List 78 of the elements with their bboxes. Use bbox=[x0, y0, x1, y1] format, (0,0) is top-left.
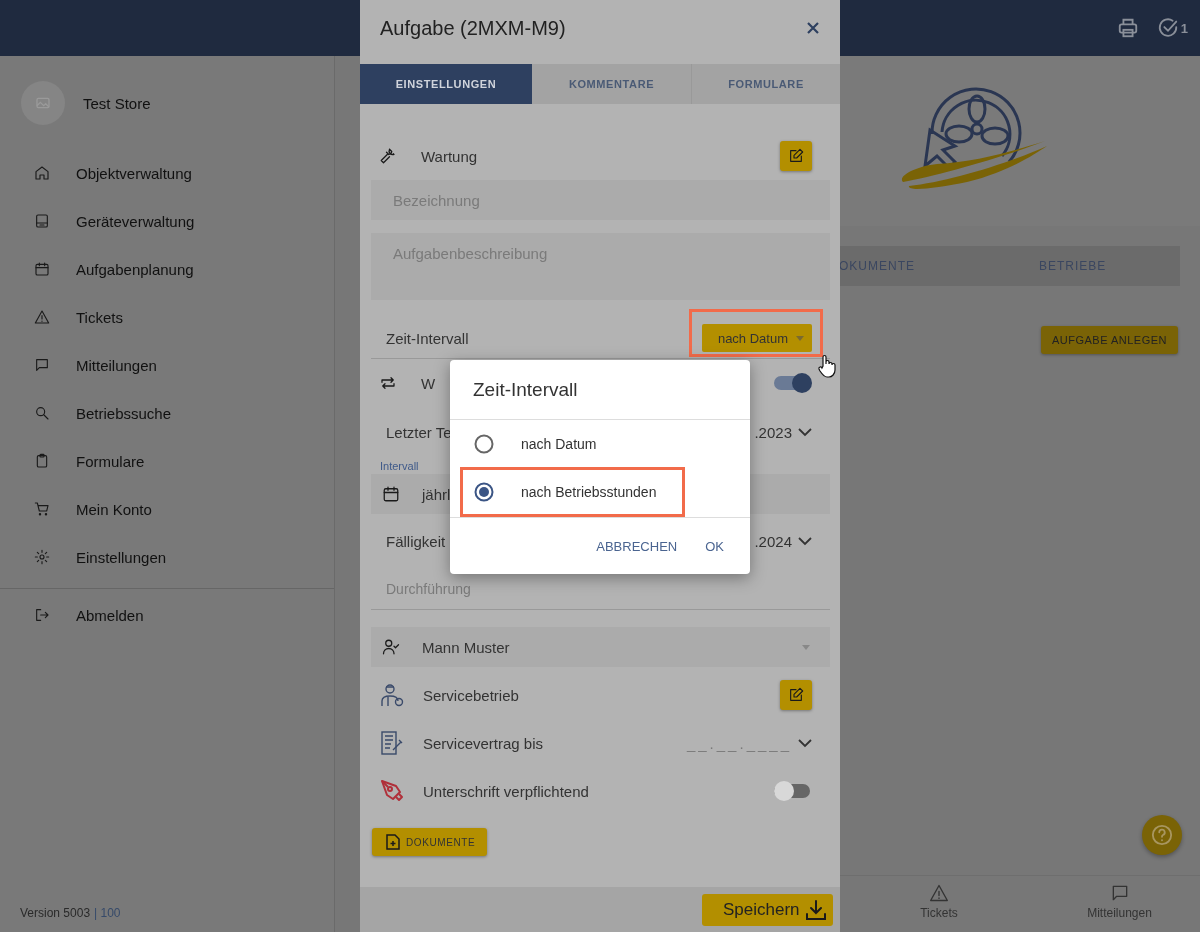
home-icon bbox=[34, 165, 50, 181]
option-label[interactable]: nach Betriebsstunden bbox=[521, 484, 657, 500]
chevron-down-icon[interactable] bbox=[798, 427, 812, 437]
build-number: | 100 bbox=[94, 906, 121, 920]
help-icon bbox=[1151, 824, 1173, 846]
dialog-title: Zeit-Intervall bbox=[450, 360, 750, 420]
documents-button[interactable]: DOKUMENTE bbox=[372, 828, 488, 856]
edit-icon bbox=[788, 687, 804, 703]
sidebar-item[interactable]: Geräteverwaltung bbox=[0, 197, 334, 245]
edit-button[interactable] bbox=[780, 680, 812, 710]
interval-dropdown[interactable]: nach Datum bbox=[701, 324, 812, 352]
option-label[interactable]: nach Datum bbox=[521, 436, 597, 452]
tab[interactable]: FORMULARE bbox=[692, 64, 840, 104]
store-name: Test Store bbox=[83, 94, 151, 112]
toggle-switch[interactable] bbox=[774, 780, 812, 802]
pen-nib-icon bbox=[379, 778, 405, 804]
radio-button[interactable] bbox=[474, 482, 494, 502]
date-value: .2024 bbox=[754, 533, 792, 550]
field-label: Zeit-Intervall bbox=[386, 329, 470, 347]
sidebar-item[interactable]: Betriebssuche bbox=[0, 389, 334, 437]
sidebar-item[interactable]: Aufgabenplanung bbox=[0, 245, 334, 293]
search-icon bbox=[34, 405, 50, 421]
clipboard-icon bbox=[34, 453, 50, 469]
field-label: Fälligkeit bbox=[386, 533, 446, 550]
sidebar-item[interactable]: Mitteilungen bbox=[0, 341, 334, 389]
sidebar-item[interactable]: Mein Konto bbox=[0, 485, 334, 533]
hand-cursor-icon bbox=[817, 354, 837, 378]
create-task-button[interactable]: AUFGABE ANLEGEN bbox=[1040, 326, 1178, 354]
check-circle-icon[interactable] bbox=[1156, 17, 1179, 39]
logout-item[interactable]: Abmelden bbox=[0, 591, 334, 639]
warning-icon bbox=[34, 309, 50, 325]
cart-icon bbox=[34, 501, 50, 517]
sidebar-item[interactable]: Tickets bbox=[0, 293, 334, 341]
field-label: Letzter Te bbox=[386, 423, 452, 441]
contract-icon bbox=[379, 730, 405, 756]
chevron-down-icon[interactable] bbox=[798, 738, 812, 748]
tab[interactable]: EINSTELLUNGEN bbox=[360, 64, 532, 104]
task-type: Wartung bbox=[421, 147, 479, 165]
sidebar-item[interactable]: Objektverwaltung bbox=[0, 149, 334, 197]
download-icon bbox=[805, 898, 827, 921]
calendar-icon bbox=[34, 261, 50, 277]
mechanic-icon bbox=[379, 682, 405, 708]
caret-icon bbox=[802, 644, 810, 650]
radio-button[interactable] bbox=[474, 434, 494, 454]
field-label: Servicebetrieb bbox=[423, 686, 520, 704]
message-icon bbox=[34, 357, 50, 373]
toggle-switch[interactable] bbox=[774, 372, 812, 394]
file-plus-icon bbox=[386, 834, 400, 850]
printer-icon[interactable] bbox=[1116, 17, 1139, 39]
calendar-icon bbox=[382, 485, 400, 503]
nav-label[interactable]: Tickets bbox=[920, 906, 958, 920]
field-label: Unterschrift verpflichtend bbox=[423, 782, 590, 800]
edit-icon bbox=[788, 148, 804, 164]
repeat-icon bbox=[379, 374, 397, 392]
field-label: W bbox=[421, 374, 436, 392]
tab[interactable]: KOMMENTARE bbox=[532, 64, 692, 104]
save-button[interactable]: Speichern bbox=[702, 893, 833, 926]
sidebar-item[interactable]: Einstellungen bbox=[0, 533, 334, 581]
version-text: Version 5003 bbox=[20, 906, 91, 920]
close-icon[interactable] bbox=[806, 21, 820, 35]
date-value: .2023 bbox=[754, 423, 792, 441]
logout-icon bbox=[34, 607, 50, 623]
dialog-button[interactable]: ABBRECHEN bbox=[588, 534, 686, 558]
radio-option[interactable]: nach Datum bbox=[460, 419, 626, 469]
field-label: Servicevertrag bis bbox=[423, 734, 545, 752]
device-icon bbox=[34, 213, 50, 229]
warning-icon[interactable] bbox=[928, 883, 950, 903]
nav-label[interactable]: Mitteilungen bbox=[1087, 906, 1152, 920]
sidebar-item[interactable]: Formulare bbox=[0, 437, 334, 485]
edit-button[interactable] bbox=[780, 141, 812, 171]
dialog-button[interactable]: OK bbox=[697, 534, 732, 558]
assignee-select[interactable]: Mann Muster bbox=[371, 627, 830, 667]
caret-icon bbox=[796, 335, 804, 341]
panel-title: Aufgabe (2MXM-M9) bbox=[380, 16, 566, 40]
chevron-down-icon[interactable] bbox=[798, 537, 812, 546]
field-label: Intervall bbox=[379, 460, 420, 472]
task-count: 1 bbox=[1180, 20, 1188, 36]
user-check-icon bbox=[382, 638, 400, 656]
